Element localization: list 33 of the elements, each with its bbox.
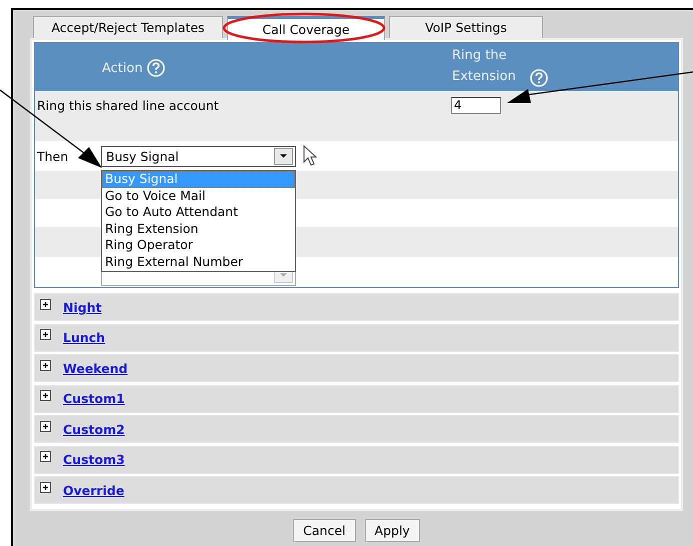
- section-link[interactable]: Night: [63, 300, 102, 314]
- cursor-icon: [303, 145, 317, 167]
- expand-icon[interactable]: [40, 329, 51, 340]
- action-button[interactable]: Apply: [364, 519, 420, 542]
- section-link[interactable]: Override: [63, 482, 124, 498]
- section-link[interactable]: Weekend: [63, 360, 128, 376]
- section-link[interactable]: Lunch: [63, 330, 106, 345]
- tab[interactable]: VoIP Settings: [389, 16, 543, 38]
- expand-icon[interactable]: [40, 420, 51, 432]
- expand-icon[interactable]: [40, 298, 51, 310]
- expand-icon[interactable]: [40, 451, 51, 462]
- row-label: Then: [36, 148, 70, 164]
- row-label: Ring this shared line account: [36, 98, 220, 112]
- expand-icon[interactable]: [40, 482, 51, 492]
- section-link[interactable]: Custom3: [63, 452, 125, 467]
- help-icon[interactable]: [146, 59, 165, 77]
- expand-icon[interactable]: [40, 390, 51, 401]
- help-icon[interactable]: [530, 69, 548, 87]
- dropdown-option[interactable]: Go to Auto Attendant: [102, 204, 295, 221]
- dropdown-option[interactable]: Go to Voice Mail: [102, 188, 295, 204]
- action-button[interactable]: Cancel: [293, 519, 356, 542]
- column-header: Ring the Extension: [452, 47, 517, 86]
- dropdown-option[interactable]: Ring Operator: [102, 237, 295, 254]
- dropdown-field[interactable]: Busy Signal: [101, 146, 296, 166]
- section-link[interactable]: Custom2: [63, 422, 125, 436]
- section-link[interactable]: Custom1: [63, 391, 125, 406]
- tab[interactable]: Accept/Reject Templates: [33, 16, 223, 38]
- caret-icon: [280, 154, 287, 158]
- dropdown-option[interactable]: Ring External Number: [102, 254, 295, 271]
- input-field[interactable]: 4: [451, 96, 501, 114]
- dropdown-option[interactable]: Ring Extension: [102, 220, 295, 238]
- column-header: Action: [102, 60, 143, 76]
- expand-icon[interactable]: [40, 360, 51, 370]
